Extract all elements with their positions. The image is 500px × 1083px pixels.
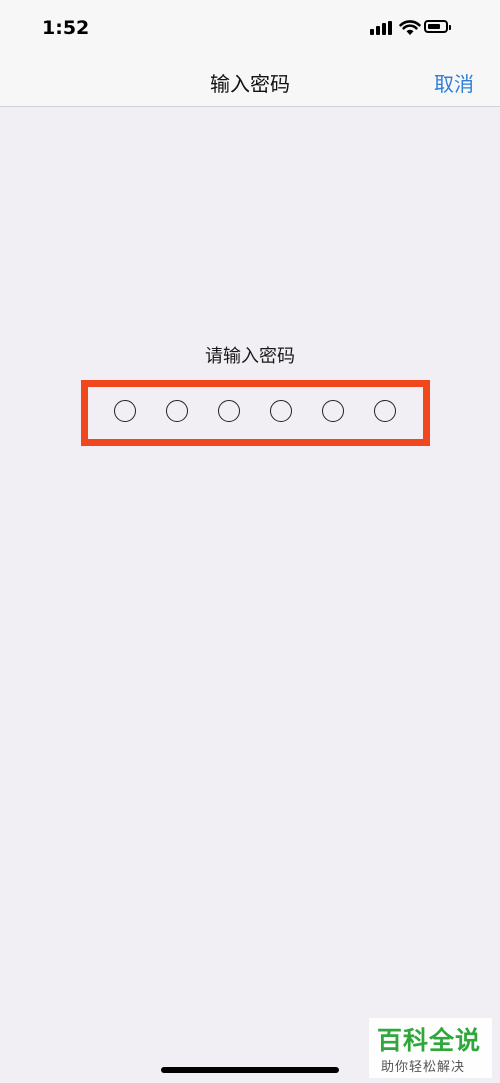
passcode-dot [166,400,188,422]
wifi-icon [399,20,421,35]
watermark: 百科全说 助你轻松解决 [369,1018,492,1078]
page-title: 输入密码 [210,72,290,96]
passcode-dot [374,400,396,422]
battery-icon [424,20,451,33]
home-indicator[interactable] [161,1067,339,1073]
passcode-dot [114,400,136,422]
passcode-dot [322,400,344,422]
watermark-title: 百科全说 [377,1026,482,1055]
status-time: 1:52 [42,17,90,39]
passcode-dot [218,400,240,422]
cancel-button[interactable]: 取消 [434,68,474,97]
cellular-signal-icon [370,21,392,35]
watermark-subtitle: 助你轻松解决 [381,1060,466,1075]
status-bar: 1:52 [0,0,500,56]
passcode-dot [270,400,292,422]
navigation-bar: 输入密码 取消 [0,56,500,107]
passcode-highlight-frame [81,380,430,446]
passcode-prompt: 请输入密码 [205,346,295,367]
